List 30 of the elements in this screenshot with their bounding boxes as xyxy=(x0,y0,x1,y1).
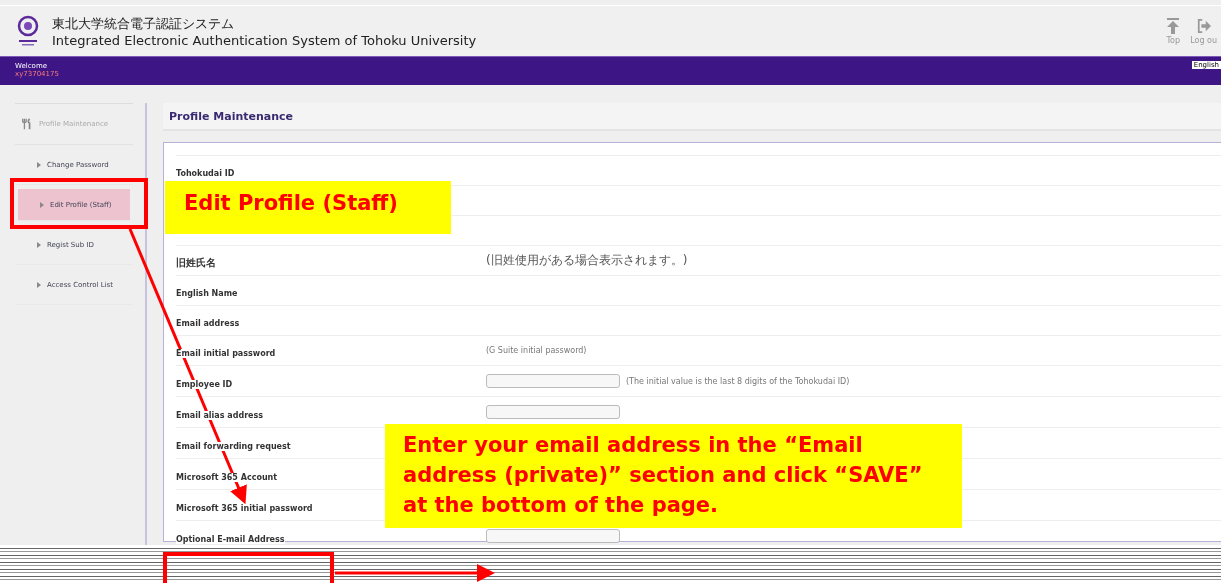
bullet-icon xyxy=(37,161,41,168)
field-label: Tohokudai ID xyxy=(176,169,235,178)
logo-drawing xyxy=(16,15,40,47)
bullet-icon xyxy=(37,241,41,248)
bullet-icon xyxy=(40,201,44,208)
arrow-to-top-icon[interactable] xyxy=(1166,17,1181,34)
tools-icon xyxy=(21,118,33,130)
system-subtitle: Integrated Electronic Authentication System of Tohoku University xyxy=(52,32,478,48)
system-title: 東北大学統合電子認証システム xyxy=(52,14,235,33)
field-label: English Name xyxy=(176,289,238,298)
input-field[interactable] xyxy=(486,405,620,419)
input-field[interactable] xyxy=(486,374,620,388)
field-label: 旧姓氏名 xyxy=(176,257,216,268)
field-label: Employee ID xyxy=(176,379,233,389)
field-label: Optional E-mail Address xyxy=(176,534,285,544)
field-label: Email alias address xyxy=(176,410,264,420)
field-note: (The initial value is the last 8 digits of the Tohokudai ID) xyxy=(626,376,850,386)
logout-icon[interactable] xyxy=(1196,17,1211,34)
field-note: (G Suite initial password) xyxy=(486,346,587,355)
input-field[interactable] xyxy=(486,529,620,543)
callout-label: Edit Profile (Staff) xyxy=(165,181,451,234)
field-label: Microsoft 365 initial password xyxy=(176,503,313,513)
callout-label: Enter your email address in the “Email address (private)” section and click “SAVE” at the bottom of the page. xyxy=(385,424,962,528)
field-label: Email initial password xyxy=(176,349,276,358)
bullet-icon xyxy=(37,281,41,288)
field-label: Email forwarding request xyxy=(176,441,291,451)
page-title: Profile Maintenance xyxy=(163,103,1221,131)
field-note: (旧姓使用がある場合表示されます。) xyxy=(486,252,688,269)
field-label: Email address xyxy=(176,319,240,328)
field-label: Microsoft 365 Account xyxy=(176,472,278,482)
